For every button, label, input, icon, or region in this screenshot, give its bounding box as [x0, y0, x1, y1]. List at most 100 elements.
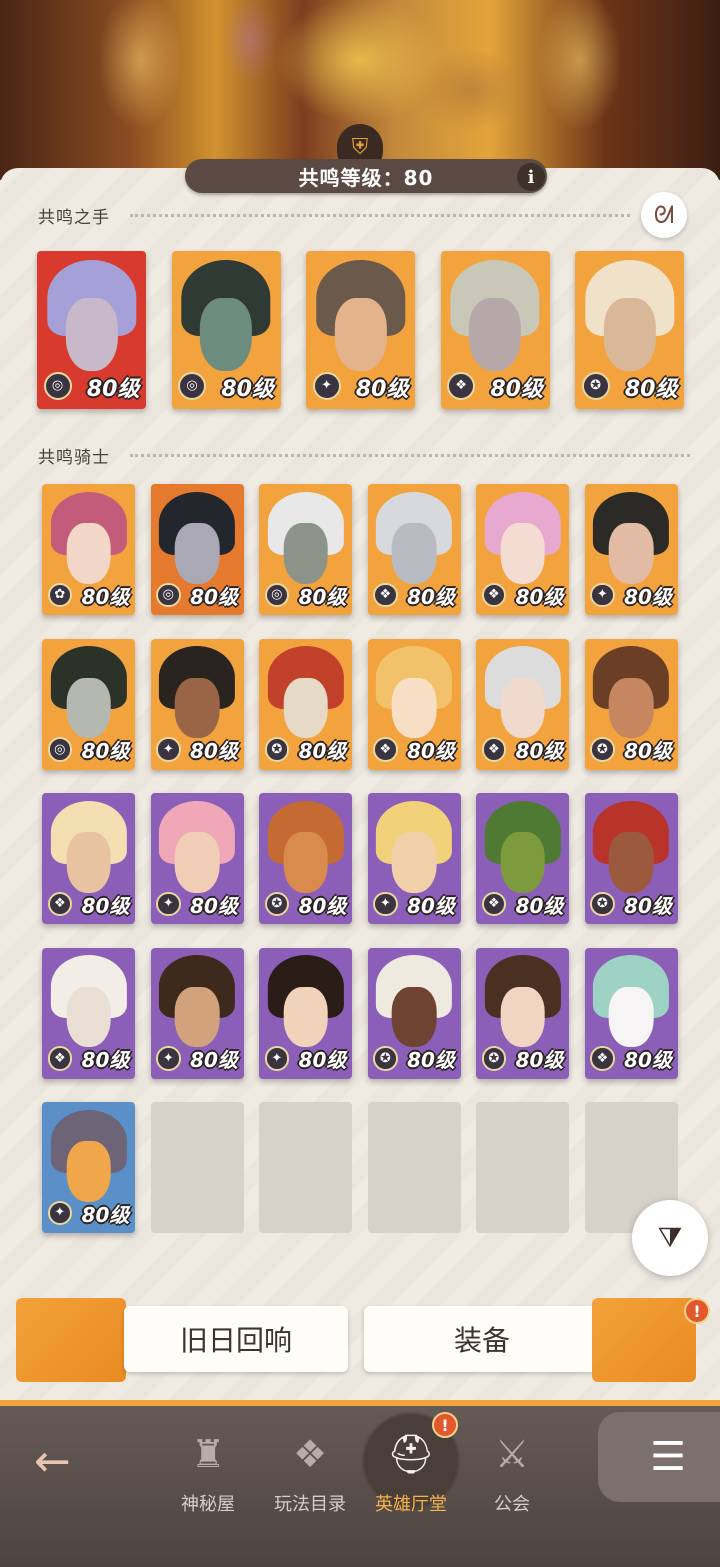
hero-portrait-face: [334, 298, 387, 372]
hero-card[interactable]: ✪ 80级: [259, 793, 352, 924]
menu-button[interactable]: ☰: [598, 1412, 720, 1502]
hero-class-icon: ◎: [156, 582, 181, 608]
equipment-chest-icon: [592, 1298, 696, 1382]
hero-portrait-face: [65, 298, 118, 372]
hero-class-icon: ✪: [581, 371, 610, 400]
hero-card[interactable]: ◎ 80级: [259, 484, 352, 615]
hero-class-icon: ❖: [47, 891, 73, 917]
old-echo-label: 旧日回响: [179, 1324, 292, 1357]
hero-class-icon: ✦: [156, 891, 181, 917]
hero-portrait-face: [283, 523, 328, 584]
hero-card[interactable]: ✪ 80级: [476, 947, 569, 1079]
hero-portrait-face: [500, 677, 545, 739]
hero-class-icon: ❖: [373, 737, 398, 762]
hero-portrait-face: [66, 832, 111, 893]
hero-class-icon: ❖: [47, 1046, 73, 1071]
hero-portrait-face: [283, 677, 328, 739]
hero-card[interactable]: ❖ 80级: [584, 947, 678, 1079]
hero-card[interactable]: ❖ 80级: [42, 947, 135, 1079]
hero-level-label: 80级: [298, 893, 347, 918]
hero-card[interactable]: ✪ 80级: [584, 638, 678, 770]
hero-card[interactable]: ✪ 80级: [575, 251, 684, 409]
hero-portrait-face: [608, 986, 654, 1048]
filter-button[interactable]: ⧩: [632, 1200, 708, 1276]
hero-portrait-face: [500, 986, 545, 1048]
back-arrow-icon[interactable]: ←: [34, 1436, 71, 1487]
hero-card[interactable]: ◎ 80级: [42, 638, 135, 770]
hero-card[interactable]: ✦ 80级: [150, 638, 244, 770]
hero-class-icon: ✪: [590, 891, 615, 917]
hero-class-icon: ❖: [481, 582, 507, 608]
equipment-alert-badge: !: [684, 1298, 710, 1324]
nav-label: 英雄厅堂: [375, 1494, 447, 1515]
equipment-button[interactable]: 装备: [364, 1306, 600, 1372]
hero-level-label: 80级: [221, 376, 274, 402]
hero-card[interactable]: ❖ 80级: [440, 251, 550, 409]
hero-portrait-face: [391, 986, 437, 1048]
hero-class-icon: ◎: [43, 371, 72, 400]
hero-portrait-face: [603, 298, 656, 372]
hero-card[interactable]: ✦ 80级: [584, 484, 678, 615]
hero-card[interactable]: ✦ 80级: [150, 793, 244, 924]
hero-card[interactable]: ✦ 80级: [150, 947, 244, 1079]
hero-card[interactable]: ✪ 80级: [584, 793, 678, 924]
nav-item-mystery-house[interactable]: ♜ 神秘屋: [158, 1426, 258, 1516]
hero-level-label: 80级: [190, 893, 238, 918]
empty-hero-slot: [150, 1102, 244, 1233]
nav-item-guild[interactable]: ⚔ 公会: [462, 1426, 562, 1516]
hero-level-label: 80级: [515, 584, 564, 609]
hero-card[interactable]: ◎ 80级: [171, 251, 281, 409]
hero-card[interactable]: ✦ 80级: [259, 947, 352, 1079]
nav-item-play-catalog[interactable]: ❖ 玩法目录: [260, 1426, 360, 1516]
hero-level-label: 80级: [515, 1048, 564, 1073]
hero-level-label: 80级: [407, 893, 455, 918]
hero-level-label: 80级: [298, 1048, 347, 1073]
hero-card[interactable]: ✦ 80级: [306, 251, 415, 409]
hero-card[interactable]: ❖ 80级: [42, 793, 135, 924]
hero-portrait-face: [608, 832, 654, 893]
hero-level-label: 80级: [190, 739, 238, 764]
hero-portrait-face: [66, 986, 111, 1048]
old-echo-button[interactable]: 旧日回响: [124, 1306, 348, 1372]
hero-card[interactable]: ✿ 80级: [42, 484, 135, 615]
hero-card[interactable]: ❖ 80级: [367, 638, 461, 770]
nav-label: 神秘屋: [181, 1494, 235, 1515]
hero-class-icon: ❖: [481, 737, 507, 762]
hero-card[interactable]: ❖ 80级: [476, 484, 569, 615]
hero-card[interactable]: ✦ 80级: [367, 793, 461, 924]
hero-class-icon: ✪: [481, 1046, 507, 1071]
hero-card[interactable]: ✪ 80级: [259, 638, 352, 770]
empty-hero-slot: [476, 1102, 569, 1233]
section-title-hands: 共鸣之手: [38, 208, 110, 228]
hero-card[interactable]: ◎ 80级: [150, 484, 244, 615]
hero-card[interactable]: ✪ 80级: [367, 947, 461, 1079]
hero-portrait-face: [608, 677, 654, 739]
bottom-navigation: ← ♜ 神秘屋 ❖ 玩法目录 ⛑ 英雄厅堂 ! ⚔ 公会 ☰: [0, 1400, 720, 1567]
hero-level-label: 80级: [624, 893, 672, 918]
hero-card[interactable]: ❖ 80级: [367, 484, 461, 615]
swan-icon[interactable]: ᘛ: [641, 192, 687, 238]
hero-card[interactable]: ❖ 80级: [476, 793, 569, 924]
hero-class-icon: ❖: [447, 371, 475, 400]
diamond-grid-icon: ❖: [292, 1432, 328, 1476]
hero-class-icon: ✦: [264, 1046, 290, 1071]
section-divider: [130, 454, 690, 457]
hero-portrait-face: [66, 523, 111, 584]
hero-card[interactable]: ◎ 80级: [37, 251, 146, 409]
hero-portrait-face: [283, 986, 328, 1048]
hero-class-icon: ❖: [373, 582, 398, 608]
hero-hall-alert-badge: !: [432, 1412, 458, 1438]
hero-card[interactable]: ❖ 80级: [476, 638, 569, 770]
hero-level-label: 80级: [490, 376, 543, 402]
hero-class-icon: ✦: [156, 737, 181, 762]
hero-card[interactable]: ✦ 80级: [42, 1102, 135, 1233]
hero-portrait-face: [391, 677, 437, 739]
hero-class-icon: ✦: [590, 582, 615, 608]
hero-class-icon: ✪: [264, 891, 290, 917]
hero-portrait-face: [608, 523, 654, 584]
hero-level-label: 80级: [190, 584, 238, 609]
section-title-knights: 共鸣骑士: [38, 448, 110, 468]
hero-level-label: 80级: [86, 376, 140, 402]
info-button[interactable]: i: [517, 163, 545, 191]
nav-item-hero-hall[interactable]: ⛑ 英雄厅堂: [361, 1426, 461, 1516]
